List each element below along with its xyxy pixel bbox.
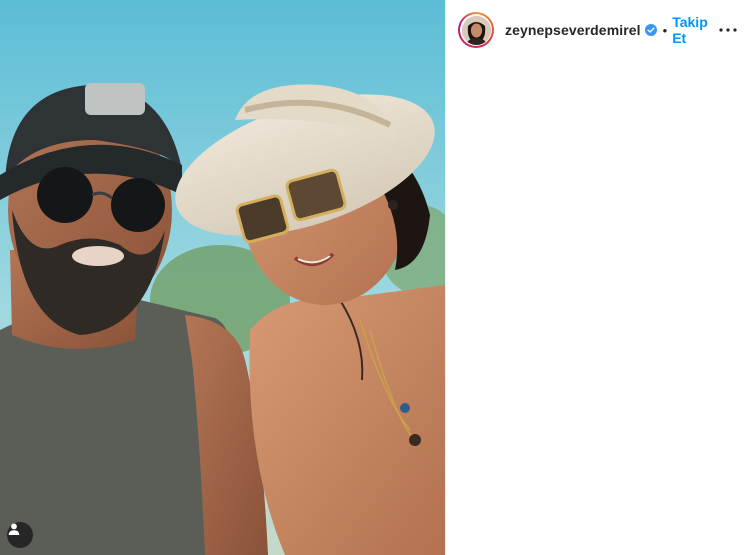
username[interactable]: zeynepseverdemirel [505, 22, 641, 38]
separator-dot: • [662, 22, 668, 38]
profile-avatar-icon [461, 15, 491, 45]
more-options-button[interactable] [718, 18, 738, 42]
verified-badge-icon [644, 24, 657, 36]
profile-avatar-ring[interactable] [458, 12, 494, 48]
user-tag-icon [8, 523, 20, 535]
follow-button[interactable]: Takip Et [672, 14, 717, 46]
user-tag-button[interactable] [7, 522, 33, 548]
selfie-photo-illustration [0, 0, 445, 555]
avatar-frame [460, 14, 492, 46]
avatar [461, 15, 491, 45]
post-side-panel: zeynepseverdemirel • Takip Et [445, 0, 748, 555]
more-options-icon [719, 28, 737, 32]
post-header: zeynepseverdemirel • Takip Et [446, 0, 748, 60]
instagram-post: zeynepseverdemirel • Takip Et [0, 0, 748, 555]
post-photo[interactable] [0, 0, 445, 555]
